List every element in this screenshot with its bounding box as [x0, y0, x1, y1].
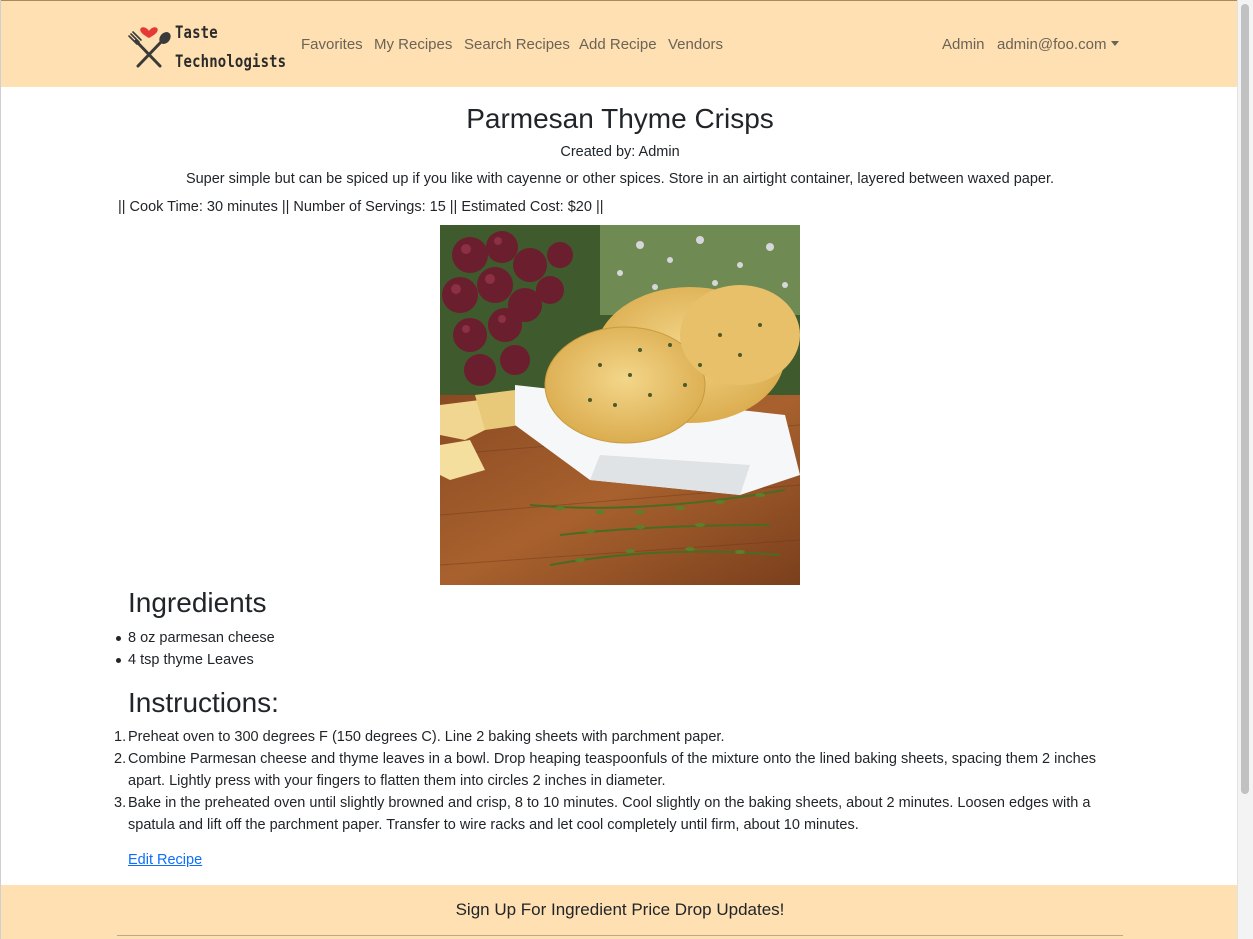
instruction-step: 2. Combine Parmesan cheese and thyme lea… — [114, 748, 1114, 792]
step-text: Preheat oven to 300 degrees F (150 degre… — [128, 729, 725, 745]
fork-spoon-heart-icon — [128, 27, 171, 68]
ingredients-heading: Ingredients — [128, 587, 267, 618]
step-text: Combine Parmesan cheese and thyme leaves… — [128, 751, 1097, 789]
user-email: admin@foo.com — [997, 36, 1107, 53]
recipe-photo — [440, 225, 800, 585]
user-dropdown[interactable]: admin@foo.com — [997, 35, 1120, 55]
nav-vendors[interactable]: Vendors — [668, 35, 723, 55]
brand-logo[interactable]: Taste Technologists — [125, 19, 286, 73]
navbar: Taste Technologists Favorites My Recipes… — [1, 0, 1239, 87]
nav-search-recipes[interactable]: Search Recipes — [464, 35, 570, 55]
recipe-meta: || Cook Time: 30 minutes || Number of Se… — [118, 199, 604, 215]
nav-add-recipe[interactable]: Add Recipe — [579, 35, 657, 55]
nav-my-recipes[interactable]: My Recipes — [374, 35, 452, 55]
brand-name-line2: Technologists — [175, 52, 287, 72]
step-number: 3. — [114, 795, 127, 811]
ingredient-item: 8 oz parmesan cheese — [116, 627, 275, 649]
recipe-title: Parmesan Thyme Crisps — [466, 103, 774, 134]
recipe-creator: Created by: Admin — [560, 144, 680, 160]
instruction-step: 3. Bake in the preheated oven until slig… — [114, 792, 1114, 836]
step-number: 2. — [114, 751, 127, 767]
ingredients-list: 8 oz parmesan cheese 4 tsp thyme Leaves — [116, 627, 275, 671]
nav-favorites[interactable]: Favorites — [301, 35, 363, 55]
step-number: 1. — [114, 729, 127, 745]
step-text: Bake in the preheated oven until slightl… — [128, 795, 1091, 833]
brand-name-line1: Taste — [175, 23, 218, 43]
edit-recipe-link[interactable]: Edit Recipe — [128, 850, 202, 870]
nav-admin[interactable]: Admin — [942, 35, 985, 55]
vertical-scrollbar[interactable] — [1237, 0, 1253, 939]
footer: Sign Up For Ingredient Price Drop Update… — [1, 885, 1239, 939]
instructions-heading: Instructions: — [128, 687, 279, 718]
ingredient-item: 4 tsp thyme Leaves — [116, 649, 275, 671]
scrollbar-thumb[interactable] — [1241, 4, 1249, 794]
footer-divider — [117, 935, 1123, 936]
price-drop-signup-heading: Sign Up For Ingredient Price Drop Update… — [455, 900, 785, 919]
chevron-down-icon — [1111, 41, 1120, 46]
instruction-step: 1. Preheat oven to 300 degrees F (150 de… — [114, 726, 1114, 748]
recipe-description: Super simple but can be spiced up if you… — [185, 171, 1055, 187]
page: Taste Technologists Favorites My Recipes… — [0, 0, 1239, 939]
instructions-list: 1. Preheat oven to 300 degrees F (150 de… — [114, 726, 1114, 836]
